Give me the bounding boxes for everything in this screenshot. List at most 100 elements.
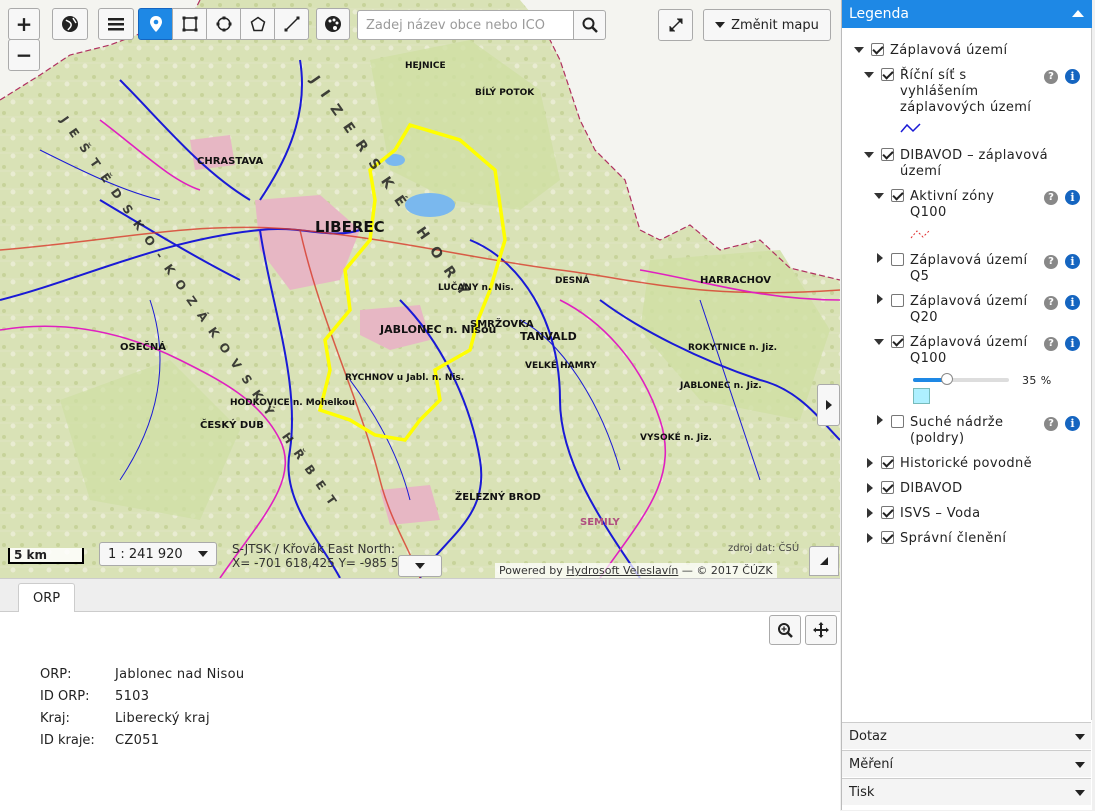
- expand-toggle-icon[interactable]: [877, 415, 883, 425]
- collapse-up-icon[interactable]: [1072, 10, 1084, 17]
- attribute-key: ID kraje:: [40, 732, 95, 748]
- line-tool-icon[interactable]: [274, 8, 309, 40]
- expand-toggle-icon[interactable]: [867, 458, 873, 468]
- label-zelezny-brod: ŽELEZNÝ BROD: [455, 490, 541, 503]
- layer-checkbox[interactable]: [881, 68, 894, 81]
- side-panel-toggle[interactable]: [817, 384, 840, 426]
- label-harrachov: HARRACHOV: [700, 275, 771, 286]
- layer-ricni-sit-line3: záplavových území: [900, 100, 1032, 115]
- circle-tool-icon[interactable]: [206, 8, 241, 40]
- expand-toggle-icon[interactable]: [867, 483, 873, 493]
- label-smrzovka: SMRŽOVKA: [470, 317, 534, 330]
- opacity-slider-handle[interactable]: [940, 373, 953, 385]
- menu-icon[interactable]: [98, 8, 134, 40]
- layer-dibavod-zaplavova-line2: území: [900, 164, 942, 179]
- data-source-label: zdroj dat: ČSÚ: [728, 543, 800, 554]
- info-icon[interactable]: i: [1065, 416, 1080, 431]
- layer-checkbox[interactable]: [891, 335, 904, 348]
- layer-aktivni-zony-line2: Q100: [910, 205, 947, 220]
- legend-panel: Legenda Záplavová území Říční síť s vyhl…: [841, 0, 1092, 810]
- label-hodkovice: HODKOVICE n. Mohelkou: [230, 398, 355, 408]
- zoom-out-button[interactable]: −: [8, 39, 40, 71]
- expand-toggle-icon[interactable]: [864, 72, 874, 78]
- layer-checkbox[interactable]: [881, 456, 894, 469]
- section-tisk[interactable]: Tisk: [842, 778, 1091, 805]
- layer-dibavod: DIBAVOD: [900, 481, 963, 496]
- layer-checkbox[interactable]: [881, 148, 894, 161]
- layer-checkbox[interactable]: [891, 189, 904, 202]
- help-icon[interactable]: ?: [1044, 70, 1058, 84]
- chevron-down-icon: [1075, 790, 1085, 796]
- section-dotaz[interactable]: Dotaz: [842, 722, 1091, 749]
- expand-toggle-icon[interactable]: [867, 508, 873, 518]
- point-tool-icon[interactable]: [138, 8, 173, 40]
- info-icon[interactable]: i: [1065, 254, 1080, 269]
- map-canvas[interactable]: LIBEREC JABLONEC n. Nisou CHRASTAVA HODK…: [0, 0, 840, 578]
- help-icon[interactable]: ?: [1044, 255, 1058, 269]
- scale-value: 1 : 241 920: [108, 546, 183, 562]
- attribution: Powered by Hydrosoft Veleslavín — © 2017…: [495, 563, 777, 578]
- attribution-link[interactable]: Hydrosoft Veleslavín: [566, 564, 678, 577]
- layer-checkbox[interactable]: [881, 531, 894, 544]
- legend-header[interactable]: Legenda: [842, 0, 1092, 28]
- attribute-value: 5103: [115, 688, 150, 704]
- info-icon[interactable]: i: [1065, 69, 1080, 84]
- layer-checkbox[interactable]: [891, 294, 904, 307]
- expand-toggle-icon[interactable]: [877, 253, 883, 263]
- help-icon[interactable]: ?: [1044, 296, 1058, 310]
- rectangle-tool-icon[interactable]: [172, 8, 207, 40]
- chevron-down-icon: [1075, 762, 1085, 768]
- expand-toggle-icon[interactable]: [877, 294, 883, 304]
- coordinates-toggle-button[interactable]: [398, 555, 442, 577]
- search-input[interactable]: [357, 10, 573, 40]
- attribution-prefix: Powered by: [499, 564, 567, 577]
- layer-checkbox[interactable]: [881, 481, 894, 494]
- active-zone-symbol: [910, 229, 931, 239]
- attribute-row: ID kraje: CZ051: [40, 729, 244, 751]
- help-icon[interactable]: ?: [1044, 337, 1058, 351]
- river-line-symbol: [900, 123, 921, 133]
- label-osecna: OSEČNÁ: [120, 340, 166, 353]
- layer-checkbox[interactable]: [881, 506, 894, 519]
- globe-icon[interactable]: [52, 8, 88, 40]
- info-icon[interactable]: i: [1065, 190, 1080, 205]
- polygon-tool-icon[interactable]: [240, 8, 275, 40]
- layer-aktivni-zony: Aktivní zóny Q100: [910, 189, 994, 221]
- expand-toggle-icon[interactable]: [874, 193, 884, 199]
- layer-q5-line2: Q5: [910, 269, 930, 284]
- search-icon[interactable]: [573, 10, 606, 40]
- zoom-in-button[interactable]: +: [8, 8, 40, 40]
- expand-toggle-icon[interactable]: [854, 47, 864, 53]
- label-tanvald: TANVALD: [520, 330, 577, 343]
- change-map-label: Změnit mapu: [731, 17, 819, 33]
- pan-to-feature-icon[interactable]: [805, 615, 837, 645]
- attribute-row: ORP: Jablonec nad Nisou: [40, 663, 244, 685]
- label-bily-potok: BÍLÝ POTOK: [475, 86, 535, 98]
- tab-orp[interactable]: ORP: [18, 583, 76, 612]
- expand-toggle-icon[interactable]: [864, 152, 874, 158]
- attribute-row: ID ORP: 5103: [40, 685, 244, 707]
- overview-map-button[interactable]: [809, 546, 839, 576]
- layer-checkbox[interactable]: [871, 43, 884, 56]
- section-mereni[interactable]: Měření: [842, 750, 1091, 777]
- palette-icon[interactable]: [316, 8, 350, 40]
- help-icon[interactable]: ?: [1044, 191, 1058, 205]
- expand-toggle-icon[interactable]: [867, 533, 873, 543]
- expand-toggle-icon[interactable]: [874, 339, 884, 345]
- label-desna: DESNÁ: [555, 274, 590, 286]
- opacity-slider[interactable]: [913, 373, 1009, 385]
- help-icon[interactable]: ?: [1044, 417, 1058, 431]
- layer-checkbox[interactable]: [891, 415, 904, 428]
- scale-select[interactable]: 1 : 241 920: [99, 542, 217, 566]
- layer-q20-line1: Záplavová území: [910, 294, 1028, 309]
- layer-suche-nadrze: Suché nádrže (poldry): [910, 415, 1003, 447]
- info-icon[interactable]: i: [1065, 336, 1080, 351]
- change-map-button[interactable]: Změnit mapu: [703, 9, 831, 41]
- section-tisk-label: Tisk: [849, 785, 875, 800]
- layer-suche-nadrze-line2: (poldry): [910, 431, 965, 446]
- info-icon[interactable]: i: [1065, 295, 1080, 310]
- zoom-to-feature-icon[interactable]: [769, 615, 801, 645]
- layer-checkbox[interactable]: [891, 253, 904, 266]
- fullscreen-icon[interactable]: [658, 9, 693, 41]
- map-view[interactable]: LIBEREC JABLONEC n. Nisou CHRASTAVA HODK…: [0, 0, 840, 578]
